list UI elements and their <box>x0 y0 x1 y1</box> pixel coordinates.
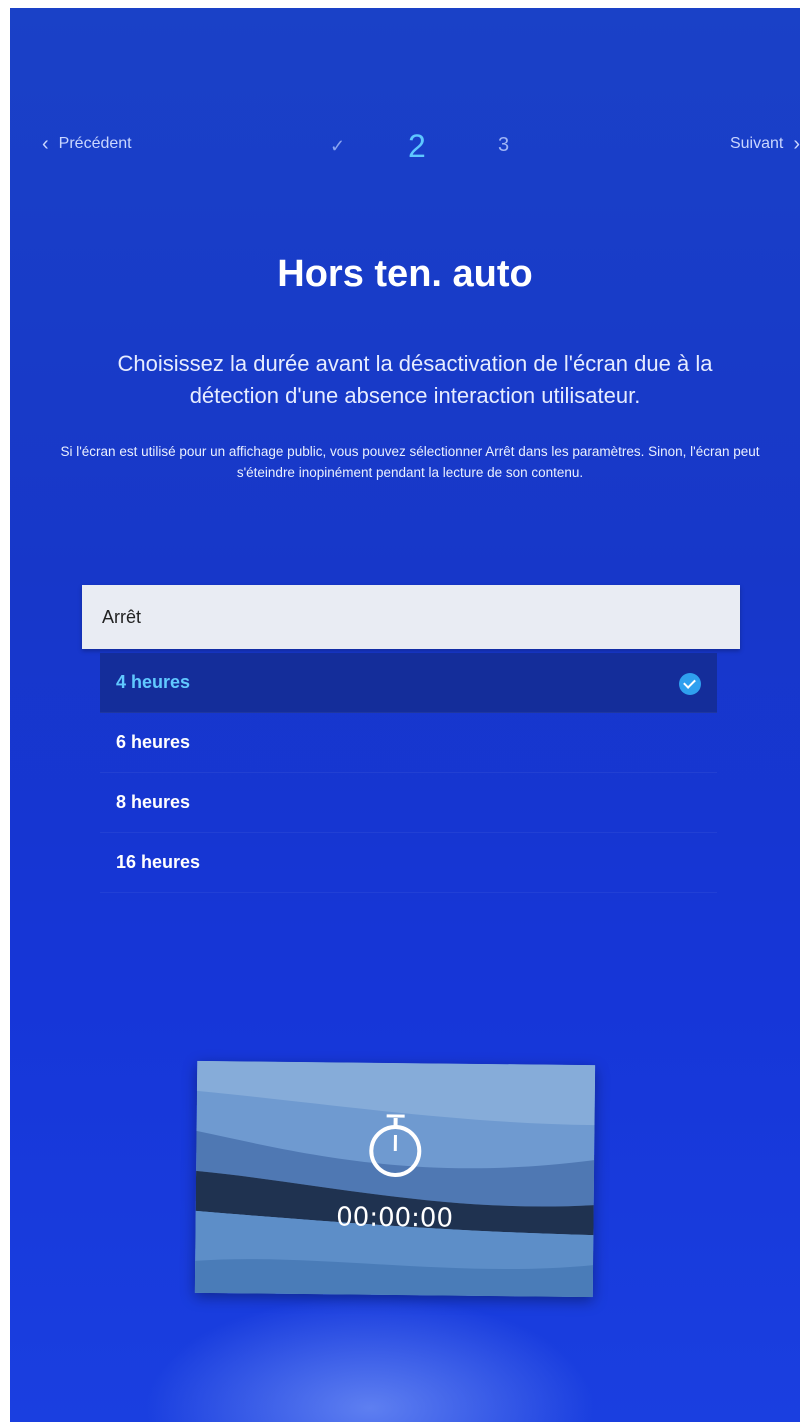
next-label: Suivant <box>729 135 784 152</box>
info-note: Si l'écran est utilisé pour un affichage… <box>60 444 760 480</box>
page-title: Hors ten. auto <box>277 253 533 295</box>
next-button[interactable]: Suivant › <box>730 134 800 154</box>
option-16-hours[interactable]: 16 heures <box>100 833 717 893</box>
option-label: 8 heures <box>116 792 191 812</box>
option-8-hours[interactable]: 8 heures <box>100 773 717 833</box>
options-list: 4 heures 6 heures 8 heures 16 heures <box>100 653 717 893</box>
step-current: 2 <box>408 128 426 164</box>
option-label: 6 heures <box>116 732 191 752</box>
previous-button[interactable]: ‹ Précédent <box>42 134 132 154</box>
timer-readout: 00:00:00 <box>336 1202 454 1234</box>
page-subtitle: Choisissez la durée avant la désactivati… <box>117 351 713 408</box>
option-label: 16 heures <box>116 852 201 872</box>
option-label: Arrêt <box>102 606 142 627</box>
step-1-done: ✓ <box>330 136 346 156</box>
option-off[interactable]: Arrêt <box>82 585 740 649</box>
chevron-left-icon: ‹ <box>42 133 49 155</box>
wizard-nav: ‹ Précédent ✓ 2 3 Suivant › <box>10 128 800 170</box>
chevron-right-icon: › <box>793 133 800 155</box>
step-next: 3 <box>498 134 510 156</box>
option-4-hours[interactable]: 4 heures <box>100 653 717 713</box>
screen: ‹ Précédent ✓ 2 3 Suivant › Hors ten. au… <box>10 8 800 1422</box>
option-6-hours[interactable]: 6 heures <box>100 713 717 773</box>
step-indicator: ✓ 2 3 <box>310 128 530 170</box>
option-label: 4 heures <box>116 672 191 692</box>
checkmark-icon <box>679 673 701 695</box>
timer-preview: 00:00:00 <box>194 1060 596 1298</box>
preview-background <box>194 1060 596 1298</box>
previous-label: Précédent <box>58 135 132 152</box>
